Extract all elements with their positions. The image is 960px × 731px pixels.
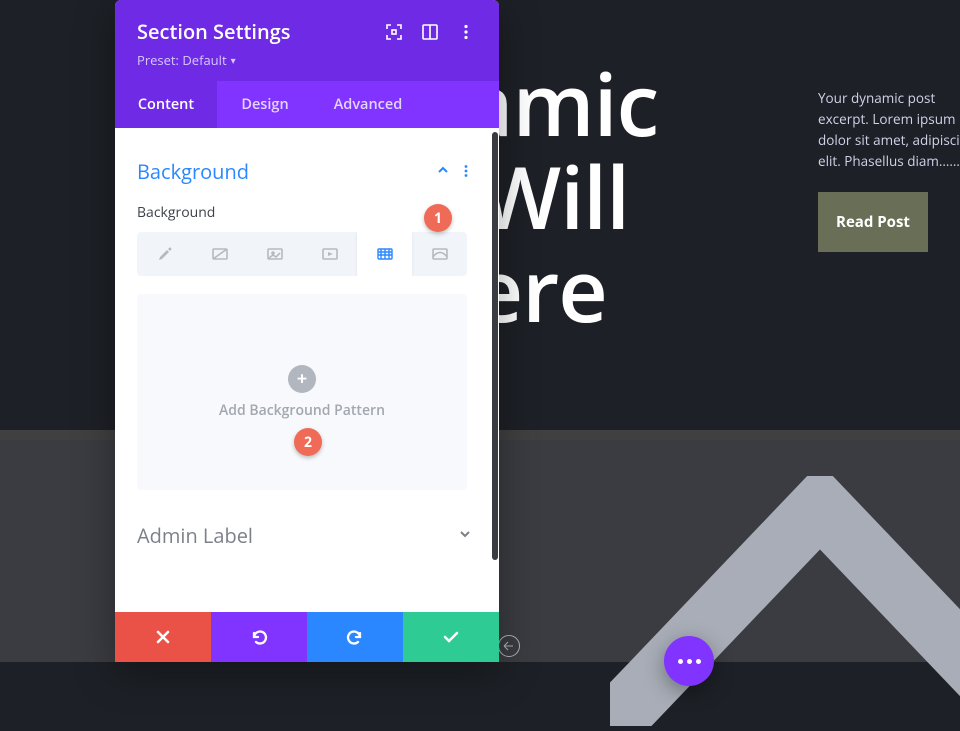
hidden-settings-dot <box>498 635 520 657</box>
bg-type-video[interactable] <box>302 232 357 276</box>
background-section-title[interactable]: Background <box>137 158 431 185</box>
chevron-decor <box>610 476 960 726</box>
bg-type-image[interactable] <box>247 232 302 276</box>
annotation-1: 1 <box>424 204 452 232</box>
panel-body: Background Background <box>115 128 499 612</box>
responsive-icon[interactable] <box>419 21 441 43</box>
focus-icon[interactable] <box>383 21 405 43</box>
collapse-icon[interactable] <box>431 162 455 181</box>
add-background-pattern[interactable]: + Add Background Pattern <box>137 294 467 490</box>
more-icon <box>678 659 701 664</box>
preset-selector[interactable]: Preset: Default ▾ <box>137 51 477 69</box>
more-vert-icon[interactable] <box>455 21 477 43</box>
settings-tabs: Content Design Advanced <box>115 81 499 128</box>
admin-label-section: Admin Label <box>115 500 499 571</box>
section-settings-panel: Section Settings Preset: Default ▾ Conte… <box>115 0 499 662</box>
plus-icon: + <box>288 365 316 393</box>
close-button[interactable] <box>115 612 211 662</box>
bg-type-pattern[interactable] <box>357 232 412 276</box>
tab-content[interactable]: Content <box>115 81 217 128</box>
annotation-2: 2 <box>294 428 322 456</box>
panel-title: Section Settings <box>137 18 369 45</box>
hero-excerpt: Your dynamic post excerpt. Lorem ipsum d… <box>818 88 960 172</box>
chevron-down-icon: ▾ <box>231 53 236 67</box>
save-button[interactable] <box>403 612 499 662</box>
bg-type-mask[interactable] <box>412 232 467 276</box>
panel-footer <box>115 612 499 662</box>
tab-design[interactable]: Design <box>217 81 313 128</box>
admin-label-toggle[interactable]: Admin Label <box>137 522 477 549</box>
panel-header: Section Settings Preset: Default ▾ <box>115 0 499 81</box>
read-post-button[interactable]: Read Post <box>818 192 928 252</box>
bg-type-color[interactable] <box>137 232 192 276</box>
undo-button[interactable] <box>211 612 307 662</box>
preset-label: Preset: Default <box>137 51 227 69</box>
background-type-picker <box>137 232 467 276</box>
read-post-label: Read Post <box>836 212 910 232</box>
tab-advanced[interactable]: Advanced <box>313 81 423 128</box>
admin-label-title: Admin Label <box>137 522 453 549</box>
scrollbar-thumb[interactable] <box>492 132 498 560</box>
bg-type-gradient[interactable] <box>192 232 247 276</box>
redo-button[interactable] <box>307 612 403 662</box>
page-settings-fab[interactable] <box>664 636 714 686</box>
dropzone-label: Add Background Pattern <box>219 401 385 420</box>
section-more-icon[interactable] <box>455 161 477 183</box>
expand-icon <box>453 526 477 545</box>
